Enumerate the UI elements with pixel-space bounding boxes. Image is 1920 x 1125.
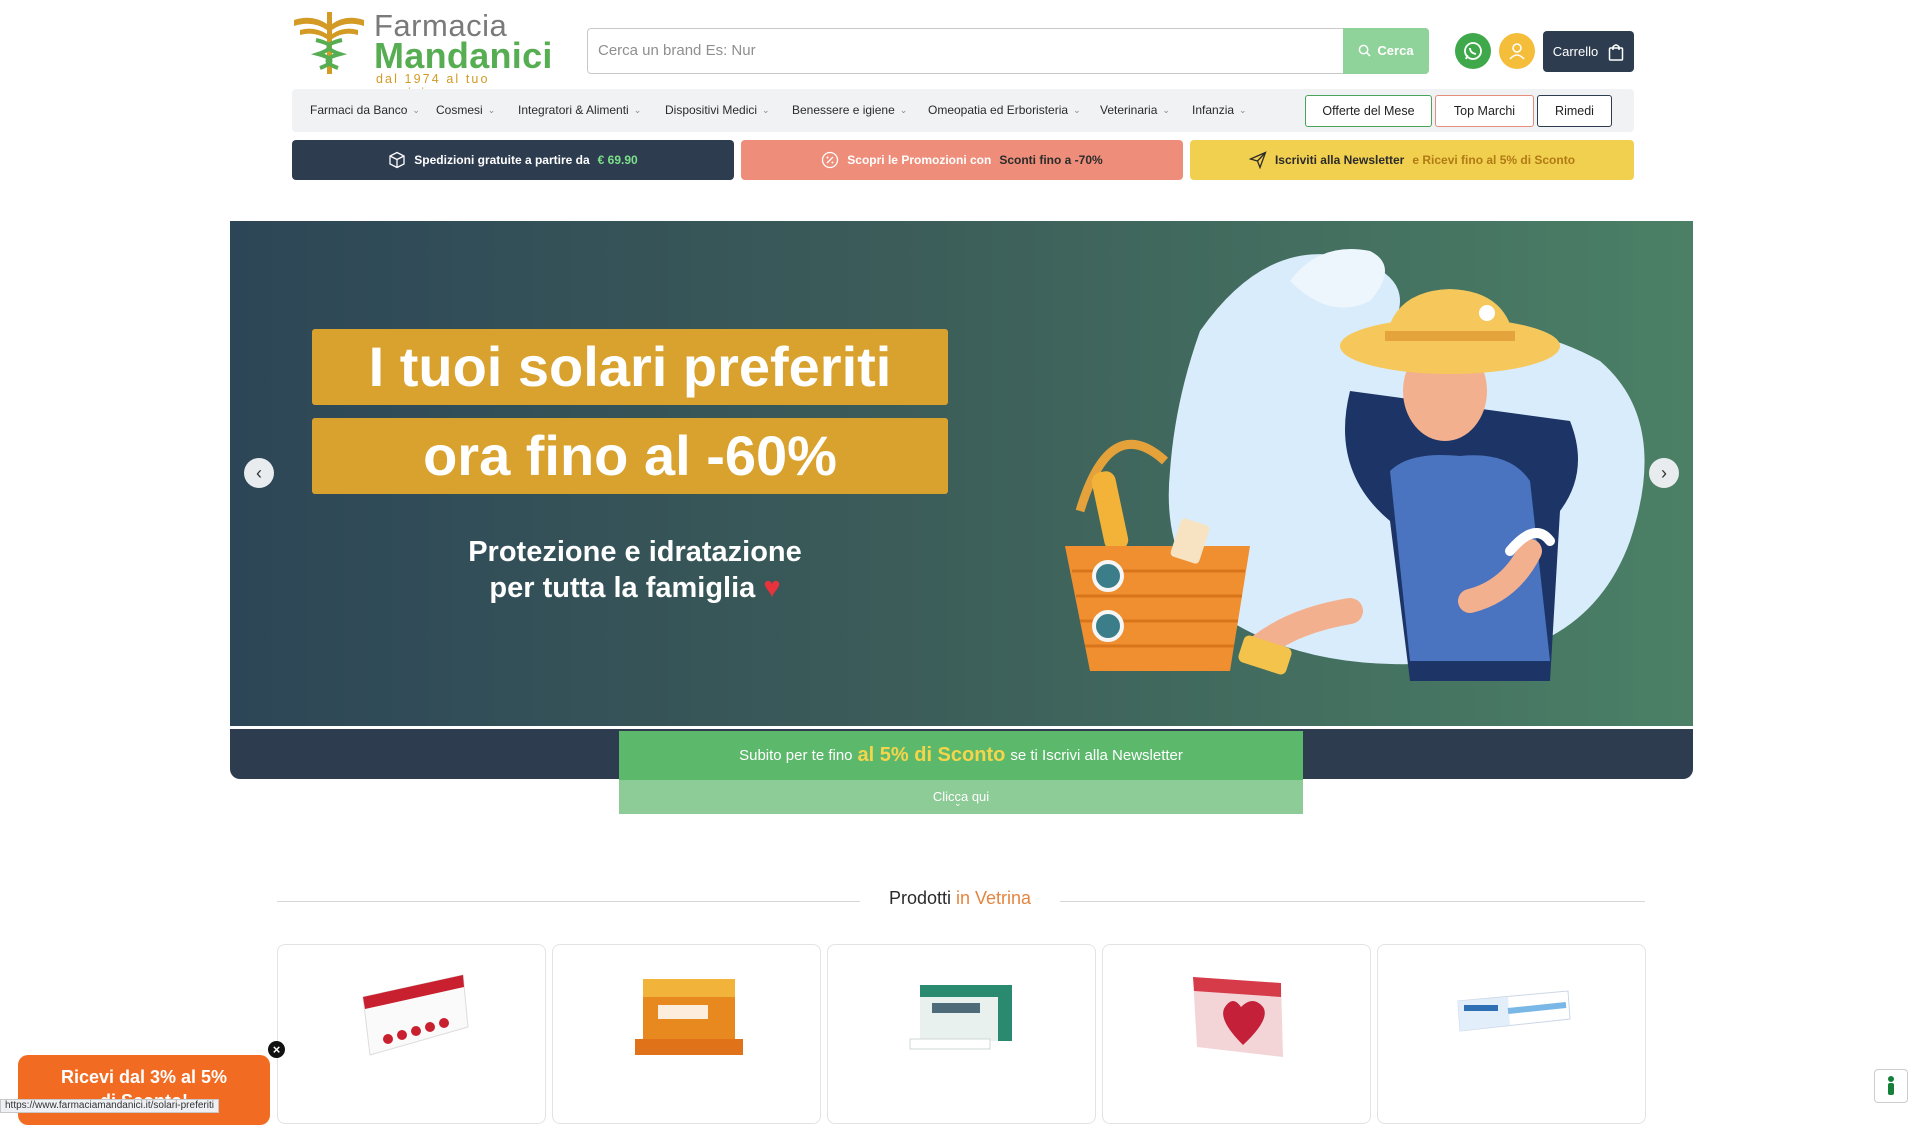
- accessibility-button[interactable]: [1874, 1069, 1908, 1103]
- section-title-highlight: in Vetrina: [956, 888, 1032, 908]
- shipping-text: Spedizioni gratuite a partire da: [414, 153, 590, 167]
- product-card-glicoset[interactable]: [277, 944, 546, 1124]
- rimedi-button[interactable]: Rimedi: [1537, 95, 1612, 127]
- hero-title-line2: ora fino al -60%: [312, 418, 948, 494]
- nav-benessere-igiene[interactable]: Benessere e igiene ⌄: [792, 89, 907, 132]
- shipping-threshold: € 69.90: [597, 153, 638, 167]
- nav-omeopatia-erboristeria[interactable]: Omeopatia ed Erboristeria ⌄: [928, 89, 1081, 132]
- promotions-highlight: Sconti fino a -70%: [999, 153, 1103, 167]
- promotions-text: Scopri le Promozioni con: [847, 153, 992, 167]
- nav-farmaci-da-banco[interactable]: Farmaci da Banco ⌄: [310, 89, 420, 132]
- whatsapp-button[interactable]: [1455, 33, 1491, 69]
- chevron-down-icon: ⌄: [633, 105, 642, 115]
- hero-subtitle: Protezione e idratazione per tutta la fa…: [385, 534, 885, 606]
- nav-cosmesi[interactable]: Cosmesi ⌄: [436, 89, 495, 132]
- chevron-down-icon: ⌄: [1239, 105, 1247, 115]
- discount-icon: [822, 151, 839, 169]
- hero-title-line1: I tuoi solari preferiti: [312, 329, 948, 405]
- nav-dispositivi-medici[interactable]: Dispositivi Medici ⌄: [665, 89, 770, 132]
- newsletter-highlight: e Ricevi fino al 5% di Sconto: [1412, 153, 1576, 167]
- account-button[interactable]: [1499, 33, 1535, 69]
- chevron-down-icon: ⌄: [1162, 105, 1170, 115]
- search-button[interactable]: Cerca: [1343, 27, 1429, 74]
- shopping-bag-icon: [1609, 43, 1624, 61]
- discount-popup[interactable]: Ricevi dal 3% al 5% di Sconto!: [18, 1055, 270, 1125]
- offerte-del-mese-button[interactable]: Offerte del Mese: [1305, 95, 1432, 127]
- newsletter-banner-pre: Subito per te fino: [739, 747, 853, 764]
- newsletter-banner-post: se ti Iscrivi alla Newsletter: [1010, 747, 1183, 764]
- promotions-bar[interactable]: Scopri le Promozioni con Sconti fino a -…: [741, 140, 1183, 180]
- section-divider-left: [277, 901, 860, 902]
- product-card-astenix[interactable]: [552, 944, 821, 1124]
- section-title: Prodotti in Vetrina: [860, 888, 1060, 909]
- search-bar: Cerca: [587, 27, 1429, 74]
- search-input[interactable]: [588, 29, 1318, 72]
- chevron-down-icon: ⌄: [487, 105, 496, 115]
- nav-veterinaria[interactable]: Veterinaria ⌄: [1100, 89, 1170, 132]
- chevron-down-icon: ⌄: [412, 105, 420, 115]
- newsletter-banner-discount: al 5% di Sconto: [857, 744, 1006, 766]
- cart-button[interactable]: Carrello: [1543, 31, 1634, 72]
- user-icon: [1509, 43, 1525, 60]
- hero-banner[interactable]: I tuoi solari preferiti ora fino al -60%…: [230, 221, 1693, 726]
- caduceus-logo-icon: [294, 12, 364, 74]
- popup-line1: Ricevi dal 3% al 5%: [60, 1067, 228, 1087]
- heart-icon: ♥: [763, 572, 781, 604]
- newsletter-banner[interactable]: Subito per te fino al 5% di Sconto se ti…: [619, 731, 1303, 780]
- product-image: [635, 979, 743, 1055]
- product-card-essaven-gel[interactable]: [1377, 944, 1646, 1124]
- carousel-prev-button[interactable]: ‹: [244, 458, 274, 488]
- logo-line2: Mandanici: [374, 35, 553, 76]
- product-card-ezimega-plus[interactable]: [1102, 944, 1371, 1124]
- site-logo[interactable]: Farmacia Mandanici dal 1974 al tuo servi…: [290, 8, 553, 100]
- chevron-down-icon: ⌄: [899, 105, 908, 115]
- chevron-down-icon: ⌄: [762, 105, 770, 115]
- product-image: [1457, 990, 1571, 1032]
- product-image: [1193, 977, 1283, 1057]
- section-divider-right: [1060, 901, 1645, 902]
- section-title-main: Prodotti: [888, 888, 951, 908]
- carousel-next-button[interactable]: ›: [1649, 458, 1679, 488]
- product-image: [362, 974, 469, 1056]
- main-nav: Farmaci da Banco ⌄ Cosmesi ⌄ Integratori &…: [292, 89, 1634, 132]
- box-icon: [389, 151, 405, 169]
- nav-infanzia[interactable]: Infanzia ⌄: [1192, 89, 1247, 132]
- newsletter-text: Iscriviti alla Newsletter: [1274, 153, 1405, 167]
- hero-illustration: [1065, 249, 1645, 681]
- newsletter-bar[interactable]: Iscriviti alla Newsletter e Ricevi fino …: [1190, 140, 1634, 180]
- search-button-label: Cerca: [1377, 43, 1414, 58]
- popup-close-button[interactable]: ×: [268, 1041, 285, 1058]
- whatsapp-icon: [1464, 42, 1482, 60]
- paper-plane-icon: [1248, 151, 1267, 169]
- hero-subtitle-line1: Protezione e idratazione: [468, 536, 802, 568]
- search-icon: [1359, 44, 1372, 57]
- top-marchi-button[interactable]: Top Marchi: [1435, 95, 1534, 127]
- cart-label: Carrello: [1552, 44, 1599, 59]
- nav-integratori-alimenti[interactable]: Integratori & Alimenti ⌄: [518, 89, 641, 132]
- product-image: [909, 985, 1012, 1050]
- chevron-down-icon: ⌄: [954, 798, 962, 808]
- hero-subtitle-line2: per tutta la famiglia: [489, 572, 756, 604]
- product-card-esoxx[interactable]: [827, 944, 1096, 1124]
- chevron-down-icon: ⌄: [1073, 105, 1081, 115]
- newsletter-click-button[interactable]: Clicca qui ⌄: [619, 780, 1303, 814]
- accessibility-icon: [1888, 1076, 1894, 1095]
- free-shipping-bar[interactable]: Spedizioni gratuite a partire da € 69.90: [292, 140, 734, 180]
